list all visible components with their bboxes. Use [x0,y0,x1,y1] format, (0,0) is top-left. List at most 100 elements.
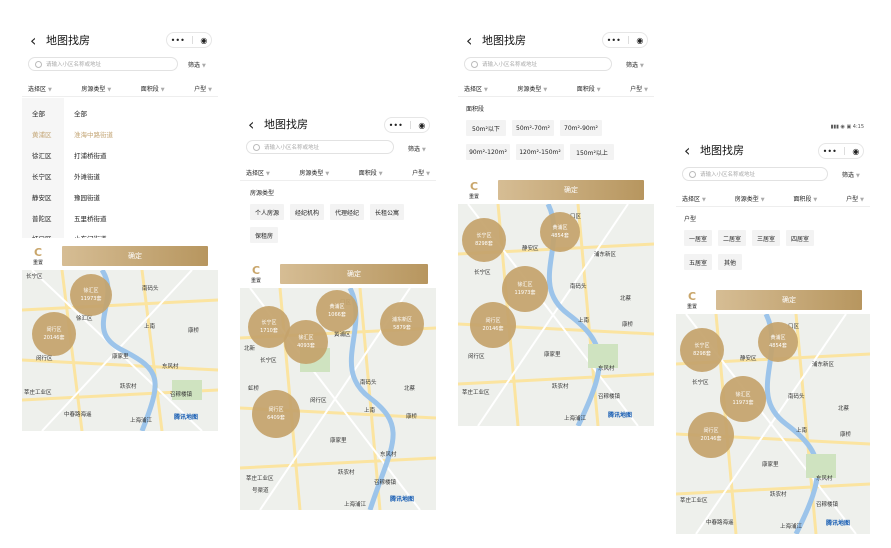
page-title: 地图找房 [482,34,526,47]
map-label: 浦东新区 [812,362,835,368]
tab-layout[interactable]: 户型 ▼ [630,84,648,93]
layout-chip[interactable]: 一居室 [684,230,712,246]
target-icon[interactable]: ◉ [852,147,859,156]
target-icon[interactable]: ◉ [636,36,643,45]
type-chip[interactable]: 代理经纪 [330,204,364,220]
reset-button[interactable]: C 重置 [684,291,700,311]
search-input[interactable]: 请输入小区名称或地址 [464,57,612,71]
district-bubble[interactable]: 长宁区 8298套 [462,218,506,262]
layout-chip[interactable]: 四居室 [786,230,814,246]
tab-district[interactable]: 选择区 ▼ [464,84,488,93]
menu-capsule[interactable]: ••• ◉ [384,117,430,133]
area-chip[interactable]: 150m²以上 [570,144,614,160]
street-item-selected[interactable]: 淮海中路街道 [74,129,113,139]
layout-chip[interactable]: 其他 [718,254,742,270]
map-view[interactable]: 长宁区 南码头 徐汇区 上南 康桥 闵行区 康家里 东风村 莘庄工业区 跃农村 … [22,270,218,431]
back-chevron-icon[interactable]: ‹ [248,115,262,134]
district-item[interactable]: 全部 [32,108,45,118]
area-chip[interactable]: 50m²以下 [466,120,506,136]
district-bubble[interactable]: 闵行区 20146套 [688,412,734,458]
district-bubble[interactable]: 闵行区 20146套 [32,312,76,356]
area-chip[interactable]: 120m²-150m² [516,144,564,160]
district-item[interactable]: 徐汇区 [32,150,52,160]
street-item[interactable]: 小东门街道 [74,233,107,238]
target-icon[interactable]: ◉ [200,36,207,45]
layout-chip[interactable]: 三居室 [752,230,780,246]
reset-button[interactable]: C 重置 [30,247,46,267]
search-input[interactable]: 请输入小区名称或地址 [246,140,394,154]
back-chevron-icon[interactable]: ‹ [466,31,480,50]
district-item[interactable]: 长宁区 [32,171,52,181]
menu-capsule[interactable]: ••• ◉ [166,32,212,48]
district-bubble[interactable]: 徐汇区 11973套 [720,376,766,422]
tab-area[interactable]: 面积段 ▼ [141,84,165,93]
tab-area[interactable]: 面积段 ▼ [793,194,817,203]
type-chip[interactable]: 经纪机构 [290,204,324,220]
tab-district[interactable]: 选择区 ▼ [28,84,52,93]
reset-button[interactable]: C 重置 [466,181,482,201]
district-bubble[interactable]: 黄浦区 1066套 [316,290,358,332]
filter-button[interactable]: 筛选 ▼ [842,170,860,179]
layout-chip[interactable]: 五居室 [684,254,712,270]
type-chip[interactable]: 长租公寓 [370,204,404,220]
area-chip[interactable]: 90m²-120m² [466,144,510,160]
district-bubble[interactable]: 徐汇区 4093套 [284,320,328,364]
district-item[interactable]: 虹口区 [32,233,52,238]
search-input[interactable]: 请输入小区名称或地址 [28,57,178,71]
district-item[interactable]: 普陀区 [32,213,52,223]
confirm-button[interactable]: 确定 [716,290,862,310]
more-icon[interactable]: ••• [823,147,837,156]
tab-layout[interactable]: 户型 ▼ [412,168,430,177]
tab-type[interactable]: 房源类型 ▼ [735,194,765,203]
area-chip[interactable]: 70m²-90m² [560,120,602,136]
tab-layout[interactable]: 户型 ▼ [846,194,864,203]
district-bubble[interactable]: 长宁区 8298套 [680,328,724,372]
search-input[interactable]: 请输入小区名称或地址 [682,167,828,181]
tab-area[interactable]: 面积段 ▼ [359,168,383,177]
more-icon[interactable]: ••• [171,36,185,45]
confirm-button[interactable]: 确定 [62,246,208,266]
street-item[interactable]: 打浦桥街道 [74,150,107,160]
more-icon[interactable]: ••• [389,121,403,130]
confirm-button[interactable]: 确定 [498,180,644,200]
tab-area[interactable]: 面积段 ▼ [577,84,601,93]
area-chip[interactable]: 50m²-70m² [512,120,554,136]
tab-type[interactable]: 房源类型 ▼ [299,168,329,177]
street-item[interactable]: 豫园街道 [74,192,100,202]
street-item[interactable]: 全部 [74,108,87,118]
map-view[interactable]: 口区 静安区 浦东新区 长宁区 南码头 北蔡 康桥 闵行区 上南 康家里 东风村… [458,204,654,426]
target-icon[interactable]: ◉ [418,121,425,130]
district-bubble[interactable]: 闵行区 20146套 [470,302,516,348]
menu-capsule[interactable]: ••• ◉ [818,143,864,159]
confirm-button[interactable]: 确定 [280,264,428,284]
map-view[interactable]: 口区 静安区 浦东新区 长宁区 南码头 北蔡 康桥 上南 康家里 东风村 莘庄工… [676,314,870,534]
filter-button[interactable]: 筛选 ▼ [188,60,206,69]
layout-chip[interactable]: 二居室 [718,230,746,246]
tab-type[interactable]: 房源类型 ▼ [81,84,111,93]
district-bubble[interactable]: 徐汇区 11973套 [70,274,112,316]
district-item-selected[interactable]: 黄浦区 [32,129,52,139]
tab-layout[interactable]: 户型 ▼ [194,84,212,93]
district-bubble[interactable]: 黄浦区 4854套 [758,322,798,362]
district-bubble[interactable]: 黄浦区 4854套 [540,212,580,252]
district-bubble[interactable]: 徐汇区 11973套 [502,266,548,312]
filter-button[interactable]: 筛选 ▼ [408,144,426,153]
type-chip[interactable]: 保租房 [250,227,278,243]
menu-capsule[interactable]: ••• ◉ [602,32,648,48]
district-item[interactable]: 静安区 [32,192,52,202]
street-item[interactable]: 外滩街道 [74,171,100,181]
district-bubble[interactable]: 浦东新区 5879套 [380,302,424,346]
street-item[interactable]: 五里桥街道 [74,213,107,223]
tab-district[interactable]: 选择区 ▼ [682,194,706,203]
filter-button[interactable]: 筛选 ▼ [626,60,644,69]
more-icon[interactable]: ••• [607,36,621,45]
map-view[interactable]: 口区 黄浦区 北新 长宁区 虹桥 南码头 闵行区 北蔡 上南 康桥 康家里 东风… [240,288,436,510]
back-chevron-icon[interactable]: ‹ [30,31,44,50]
back-chevron-icon[interactable]: ‹ [684,141,698,160]
district-bubble[interactable]: 闵行区 6409套 [252,390,300,438]
tab-type[interactable]: 房源类型 ▼ [517,84,547,93]
reset-button[interactable]: C 重置 [248,265,264,285]
type-chip[interactable]: 个人房源 [250,204,284,220]
search-icon [253,143,260,151]
tab-district[interactable]: 选择区 ▼ [246,168,270,177]
